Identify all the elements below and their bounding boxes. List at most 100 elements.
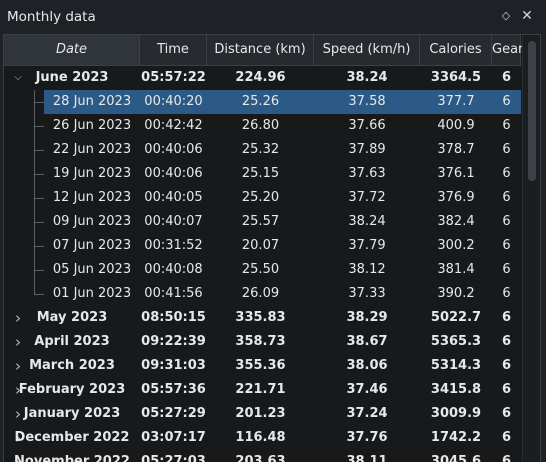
cell-speed: 38.29	[346, 310, 388, 325]
cell-calories: 5314.3	[430, 358, 482, 373]
column-header-date[interactable]: Date	[4, 35, 140, 65]
cell-speed: 38.24	[348, 214, 386, 229]
cell-gear: 6	[501, 382, 512, 397]
month-row[interactable]: › December 2022 03:07:17 116.48 37.76 1742.2 6	[4, 426, 521, 450]
ride-row[interactable]: 28 Jun 2023 00:40:20 25.26 37.58 377.7 6	[4, 90, 521, 114]
ride-row[interactable]: 09 Jun 2023 00:40:07 25.57 38.24 382.4 6	[4, 210, 521, 234]
cell-calories: 381.4	[437, 262, 475, 277]
cell-distance: 358.73	[235, 334, 286, 349]
month-row[interactable]: › March 2023 09:31:03 355.36 38.06 5314.3 6	[4, 354, 521, 378]
column-header-distance[interactable]: Distance (km)	[207, 35, 314, 65]
column-header-time[interactable]: Time	[140, 35, 207, 65]
cell-date: 28 Jun 2023	[52, 94, 132, 109]
tree-view[interactable]: Date Time Distance (km) Speed (km/h) Calorie…	[3, 34, 541, 462]
ride-row[interactable]: 05 Jun 2023 00:40:08 25.50 38.12 381.4 6	[4, 258, 521, 282]
column-header-speed[interactable]: Speed (km/h)	[314, 35, 420, 65]
cell-time: 00:40:06	[144, 166, 203, 181]
cell-calories: 377.7	[437, 94, 475, 109]
column-header-gear[interactable]: Gear	[492, 35, 523, 65]
cell-time: 03:07:17	[141, 430, 206, 445]
cell-speed: 38.67	[346, 334, 388, 349]
cell-distance: 20.07	[241, 238, 280, 253]
cell-distance: 203.63	[235, 454, 286, 462]
month-row[interactable]: › February 2023 05:57:36 221.71 37.46 3415.8 6	[4, 378, 521, 402]
cell-gear: 6	[502, 94, 511, 109]
scrollbar-thumb[interactable]	[528, 41, 536, 181]
cell-distance: 26.09	[241, 286, 280, 301]
cell-distance: 335.83	[235, 310, 286, 325]
cell-distance: 221.71	[235, 382, 286, 397]
cell-speed: 37.79	[348, 238, 386, 253]
cell-date: 09 Jun 2023	[52, 214, 132, 229]
cell-speed: 38.11	[346, 454, 388, 462]
ride-row[interactable]: 26 Jun 2023 00:42:42 26.80 37.66 400.9 6	[4, 114, 521, 138]
cell-gear: 6	[501, 310, 512, 325]
cell-speed: 37.33	[348, 286, 386, 301]
cell-speed: 37.89	[348, 142, 386, 157]
cell-distance: 25.15	[241, 166, 280, 181]
cell-date: 01 Jun 2023	[52, 286, 132, 301]
cell-time: 00:40:08	[144, 262, 203, 277]
cell-date: June 2023	[35, 70, 109, 85]
cell-time: 08:50:15	[141, 310, 206, 325]
cell-calories: 400.9	[437, 118, 475, 133]
tree-branch	[4, 234, 44, 258]
cell-calories: 382.4	[437, 214, 475, 229]
cell-time: 00:40:05	[144, 190, 203, 205]
cell-calories: 5022.7	[430, 310, 482, 325]
cell-time: 00:31:52	[144, 238, 203, 253]
cell-gear: 6	[502, 118, 511, 133]
cell-date: December 2022	[14, 430, 130, 445]
cell-distance: 25.50	[241, 262, 280, 277]
cell-gear: 6	[502, 238, 511, 253]
cell-time: 05:57:22	[141, 70, 206, 85]
tree-branch	[4, 186, 44, 210]
cell-time: 00:42:42	[144, 118, 203, 133]
close-icon[interactable]: ✕	[519, 8, 535, 24]
cell-date: February 2023	[18, 382, 126, 397]
tree-branch	[4, 114, 44, 138]
cell-time: 00:40:07	[144, 214, 203, 229]
cell-distance: 25.20	[241, 190, 280, 205]
tree-branch	[4, 210, 44, 234]
cell-calories: 5365.3	[430, 334, 482, 349]
month-row[interactable]: › January 2023 05:27:29 201.23 37.24 3009.9 6	[4, 402, 521, 426]
cell-date: November 2022	[14, 454, 130, 462]
cell-time: 00:40:06	[144, 142, 203, 157]
ride-row[interactable]: 19 Jun 2023 00:40:06 25.15 37.63 376.1 6	[4, 162, 521, 186]
cell-date: 07 Jun 2023	[52, 238, 132, 253]
cell-gear: 6	[501, 406, 512, 421]
window-title: Monthly data	[7, 9, 96, 25]
column-header: Date Time Distance (km) Speed (km/h) Calorie…	[4, 35, 523, 66]
month-row[interactable]: › November 2022 05:27:03 203.63 38.11 3045.6 6	[4, 450, 521, 462]
cell-calories: 3415.8	[430, 382, 482, 397]
cell-speed: 38.12	[348, 262, 386, 277]
cell-distance: 116.48	[235, 430, 286, 445]
month-row[interactable]: ⌵ June 2023 05:57:22 224.96 38.24 3364.5 6	[4, 66, 521, 90]
cell-calories: 376.9	[437, 190, 475, 205]
cell-date: 22 Jun 2023	[52, 142, 132, 157]
cell-gear: 6	[502, 214, 511, 229]
cell-date: 26 Jun 2023	[52, 118, 132, 133]
cell-speed: 37.76	[346, 430, 388, 445]
cell-gear: 6	[502, 286, 511, 301]
tree-branch	[4, 138, 44, 162]
float-icon[interactable]: ◇	[499, 9, 513, 23]
month-row[interactable]: › May 2023 08:50:15 335.83 38.29 5022.7 6	[4, 306, 521, 330]
tree-branch	[4, 282, 44, 306]
cell-gear: 6	[501, 454, 512, 462]
vertical-scrollbar[interactable]	[522, 35, 540, 462]
cell-speed: 37.72	[348, 190, 386, 205]
ride-row[interactable]: 01 Jun 2023 00:41:56 26.09 37.33 390.2 6	[4, 282, 521, 306]
ride-row[interactable]: 07 Jun 2023 00:31:52 20.07 37.79 300.2 6	[4, 234, 521, 258]
cell-calories: 376.1	[437, 166, 475, 181]
cell-time: 09:31:03	[141, 358, 206, 373]
cell-date: 19 Jun 2023	[52, 166, 132, 181]
month-row[interactable]: › April 2023 09:22:39 358.73 38.67 5365.3 6	[4, 330, 521, 354]
cell-speed: 37.24	[346, 406, 388, 421]
dock-titlebar: Monthly data ◇ ✕	[0, 0, 546, 34]
ride-row[interactable]: 12 Jun 2023 00:40:05 25.20 37.72 376.9 6	[4, 186, 521, 210]
column-header-calories[interactable]: Calories	[420, 35, 492, 65]
ride-row[interactable]: 22 Jun 2023 00:40:06 25.32 37.89 378.7 6	[4, 138, 521, 162]
cell-gear: 6	[502, 190, 511, 205]
